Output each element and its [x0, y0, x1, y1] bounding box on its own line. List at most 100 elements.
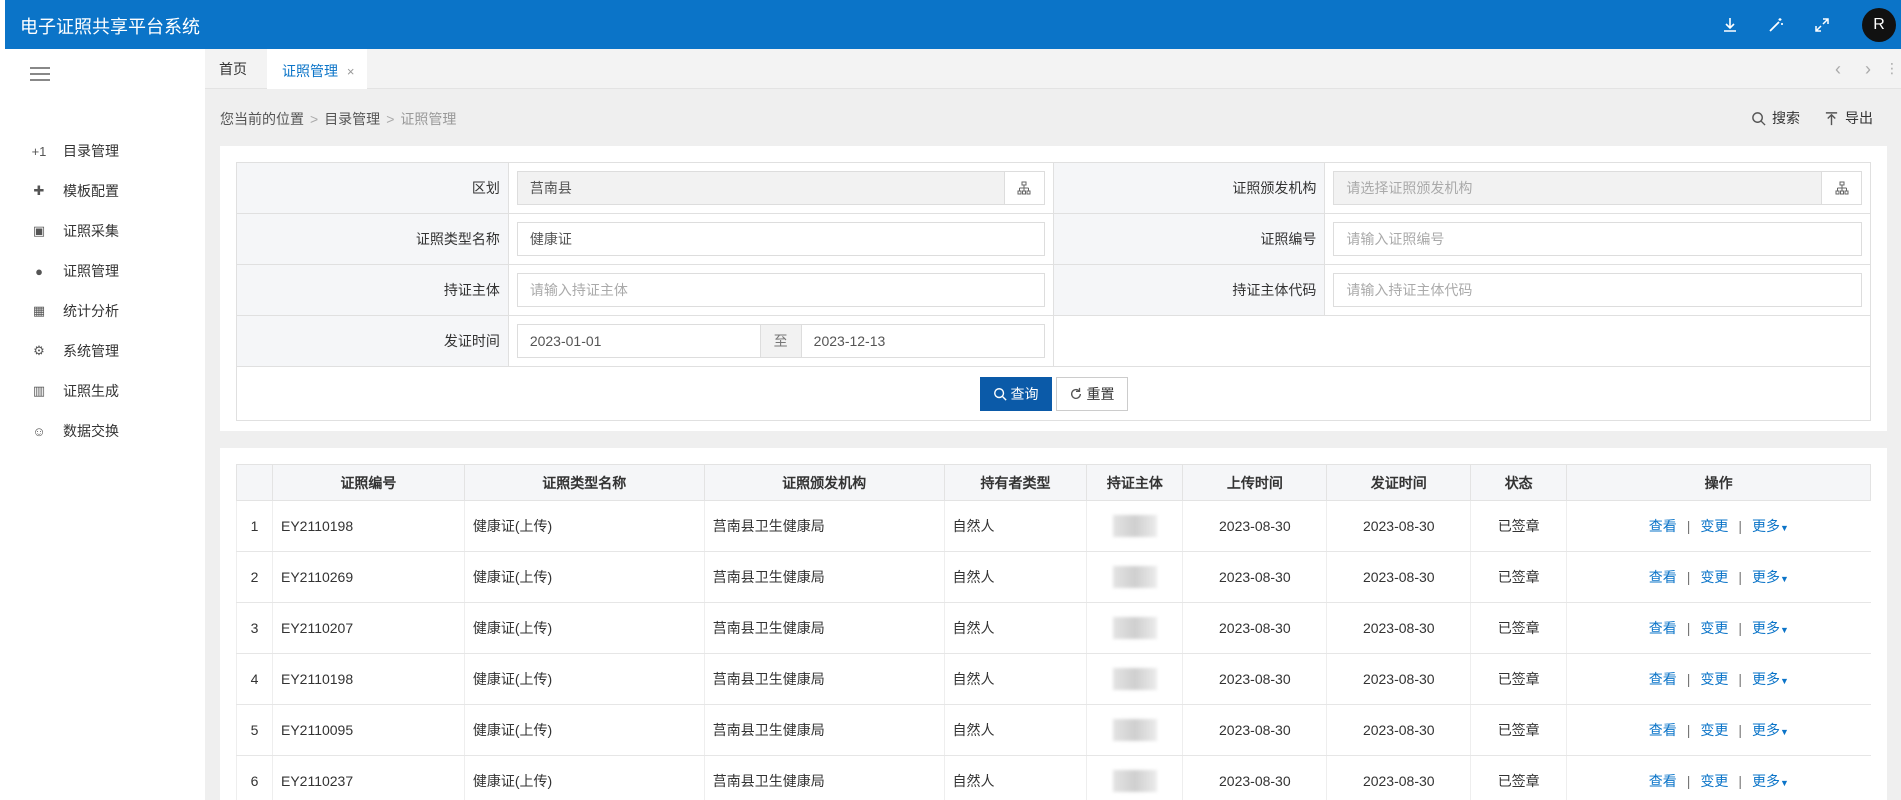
license-number: EY2110207 [271, 602, 465, 654]
download-icon[interactable] [1707, 12, 1753, 38]
view-link[interactable]: 查看 [1649, 569, 1677, 585]
issuer: 莒南县卫生健康局 [703, 602, 945, 654]
more-dropdown[interactable]: 更多▼ [1752, 569, 1789, 585]
change-link[interactable]: 变更 [1700, 773, 1728, 789]
sidebar-menu: +1 目录管理 ✚ 模板配置 ▣ 证照采集 ● 证照管理 ▦ 统计分析 ⚙ 系统… [5, 131, 205, 451]
table-row: 3 EY2110207 健康证(上传) 莒南县卫生健康局 自然人 2023-08-30 20… [236, 602, 1871, 654]
col-holder-type[interactable]: 持有者类型 [943, 464, 1088, 501]
table-body: 1 EY2110198 健康证(上传) 莒南县卫生健康局 自然人 2023-08-30 20… [236, 500, 1871, 800]
issue-time: 2023-08-30 [1326, 704, 1471, 756]
search-toggle-button[interactable]: 搜索 [1751, 108, 1800, 128]
license-type: 健康证(上传) [463, 755, 705, 800]
sidebar-item-directory[interactable]: +1 目录管理 [5, 131, 205, 171]
divider: | [1686, 518, 1691, 534]
view-link[interactable]: 查看 [1649, 722, 1677, 738]
caret-down-icon: ▼ [1780, 574, 1789, 584]
holder-name [1086, 755, 1183, 800]
issuer: 莒南县卫生健康局 [703, 755, 945, 800]
chevron-right-icon[interactable]: › [1865, 59, 1871, 79]
license-number-input[interactable]: 请输入证照编号 [1333, 222, 1862, 256]
holder-name [1086, 500, 1183, 552]
tab-license-manage[interactable]: 证照管理 × [267, 49, 367, 89]
sidebar-item-collect[interactable]: ▣ 证照采集 [5, 211, 205, 251]
change-link[interactable]: 变更 [1700, 722, 1728, 738]
app-title: 电子证照共享平台系统 [20, 17, 200, 37]
date-from-input[interactable]: 2023-01-01 [516, 324, 761, 358]
org-tree-icon[interactable] [1004, 171, 1045, 205]
license-type-field[interactable]: 健康证 [516, 222, 1045, 256]
chevron-left-icon[interactable]: ‹ [1835, 59, 1841, 79]
col-number[interactable]: 证照编号 [271, 464, 465, 501]
tab-home[interactable]: 首页 [219, 49, 247, 89]
menu-toggle-icon[interactable] [30, 67, 50, 83]
breadcrumb-current: 证照管理 [400, 111, 457, 127]
col-issuer[interactable]: 证照颁发机构 [703, 464, 945, 501]
more-dropdown[interactable]: 更多▼ [1752, 722, 1789, 738]
sidebar-item-label: 系统管理 [63, 343, 119, 359]
region-field[interactable]: 莒南县 [516, 171, 1005, 205]
sidebar-item-manage[interactable]: ● 证照管理 [5, 251, 205, 291]
holder-input[interactable]: 请输入持证主体 [516, 273, 1045, 307]
view-link[interactable]: 查看 [1649, 518, 1677, 534]
reset-label: 重置 [1086, 385, 1115, 402]
upload-time: 2023-08-30 [1182, 500, 1327, 552]
sidebar-item-template[interactable]: ✚ 模板配置 [5, 171, 205, 211]
view-link[interactable]: 查看 [1649, 773, 1677, 789]
user-avatar[interactable]: R [1862, 8, 1896, 42]
sidebar-item-label: 统计分析 [63, 303, 119, 319]
more-dropdown[interactable]: 更多▼ [1752, 620, 1789, 636]
more-vertical-icon[interactable]: ⋮ [1885, 60, 1899, 80]
sidebar-item-label: 证照采集 [63, 223, 119, 239]
redacted-name [1112, 719, 1157, 741]
divider: | [1686, 773, 1691, 789]
caret-down-icon: ▼ [1780, 727, 1789, 737]
issuer: 莒南县卫生健康局 [703, 653, 945, 705]
sidebar-item-stats[interactable]: ▦ 统计分析 [5, 291, 205, 331]
filter-form: 区划 莒南县 证照颁发机构 请选择证照颁发机构 证照类型名称 健康证 证照编号 [236, 162, 1871, 421]
sidebar-item-system[interactable]: ⚙ 系统管理 [5, 331, 205, 371]
org-tree-icon[interactable] [1822, 171, 1862, 205]
date-to-input[interactable]: 2023-12-13 [800, 324, 1045, 358]
holder-type: 自然人 [943, 602, 1087, 654]
export-icon [1825, 111, 1838, 125]
issuer-field[interactable]: 请选择证照颁发机构 [1333, 171, 1822, 205]
table-row: 2 EY2110269 健康证(上传) 莒南县卫生健康局 自然人 2023-08-30 20… [236, 551, 1871, 603]
magic-wand-icon[interactable] [1753, 12, 1799, 38]
reset-button[interactable]: 重置 [1055, 376, 1128, 411]
col-issue-time[interactable]: 发证时间 [1326, 464, 1472, 501]
change-link[interactable]: 变更 [1700, 518, 1728, 534]
issuer-label: 证照颁发机构 [1053, 163, 1326, 213]
type-label: 证照类型名称 [237, 214, 509, 264]
divider: | [1738, 518, 1742, 534]
sidebar-item-generate[interactable]: ▥ 证照生成 [5, 371, 205, 411]
col-holder[interactable]: 持证主体 [1086, 464, 1184, 501]
upload-time: 2023-08-30 [1182, 755, 1327, 800]
col-type[interactable]: 证照类型名称 [463, 464, 705, 501]
row-actions: 查看 | 变更 | 更多▼ [1566, 602, 1871, 654]
redacted-name [1112, 668, 1157, 690]
holder-type: 自然人 [943, 755, 1087, 800]
view-link[interactable]: 查看 [1649, 620, 1677, 636]
sidebar-item-exchange[interactable]: ☺ 数据交换 [5, 411, 205, 451]
status-badge: 已签章 [1470, 551, 1567, 603]
table-row: 6 EY2110237 健康证(上传) 莒南县卫生健康局 自然人 2023-08-30 20… [236, 755, 1871, 800]
more-dropdown[interactable]: 更多▼ [1752, 518, 1789, 534]
close-icon[interactable]: × [347, 64, 355, 79]
more-dropdown[interactable]: 更多▼ [1752, 773, 1789, 789]
license-type: 健康证(上传) [463, 500, 705, 552]
holder-code-input[interactable]: 请输入持证主体代码 [1333, 273, 1862, 307]
col-status[interactable]: 状态 [1470, 464, 1568, 501]
breadcrumb-level1[interactable]: 目录管理 [324, 111, 380, 127]
holder-type: 自然人 [943, 551, 1087, 603]
license-number: EY2110198 [271, 500, 465, 552]
col-upload-time[interactable]: 上传时间 [1182, 464, 1328, 501]
change-link[interactable]: 变更 [1700, 620, 1728, 636]
change-link[interactable]: 变更 [1700, 671, 1728, 687]
query-button[interactable]: 查询 [979, 376, 1052, 411]
export-button[interactable]: 导出 [1824, 108, 1873, 128]
view-link[interactable]: 查看 [1649, 671, 1677, 687]
issue-time: 2023-08-30 [1326, 653, 1471, 705]
more-dropdown[interactable]: 更多▼ [1752, 671, 1789, 687]
fullscreen-icon[interactable] [1799, 12, 1845, 38]
change-link[interactable]: 变更 [1700, 569, 1728, 585]
